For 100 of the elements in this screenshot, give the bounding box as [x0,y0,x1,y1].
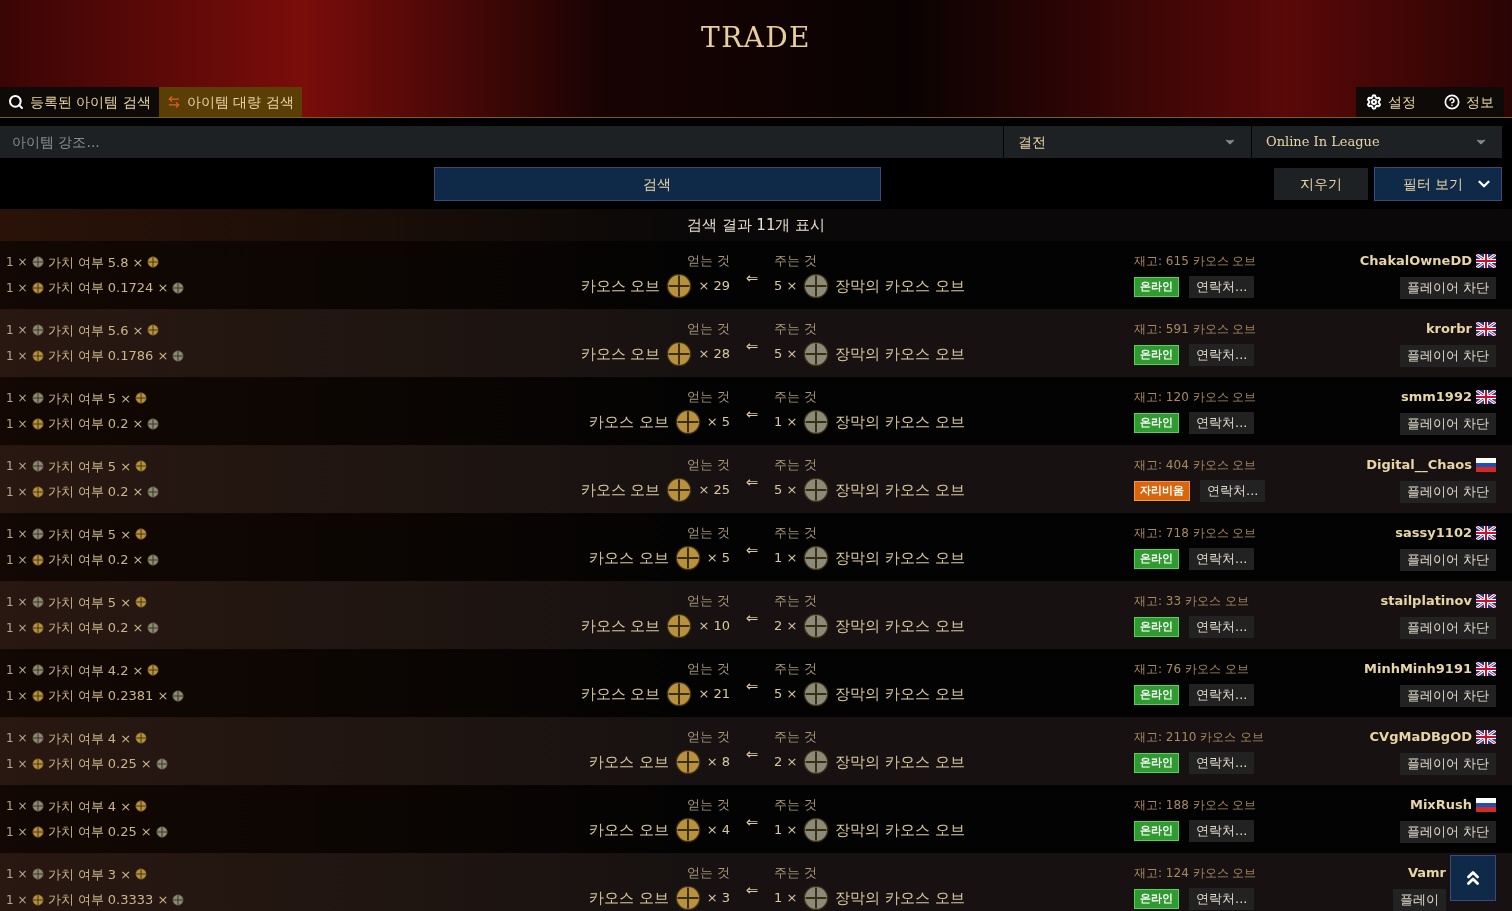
status-badge: 온라인 [1134,888,1179,910]
ratio-value: 가치 여부 3 × [47,865,132,884]
contact-button[interactable]: 연락처... [1189,344,1255,366]
ratio-value: 가치 여부 5 × [47,525,132,544]
veiled-orb-icon [31,528,44,541]
search-button[interactable]: 검색 [433,167,881,201]
status-badge: 온라인 [1134,344,1179,366]
veiled-orb-icon [172,349,185,362]
block-player-button[interactable]: 플레이어 차단 [1399,480,1496,503]
ratio-quantity: 1 × [6,390,28,408]
veiled-orb-icon [172,893,185,906]
settings-link[interactable]: 설정 [1366,91,1416,113]
get-quantity: × 5 [706,413,730,431]
get-label: 얻는 것 [686,796,730,815]
contact-button[interactable]: 연락처... [1189,684,1255,706]
block-player-button[interactable]: 플레이어 차단 [1399,344,1496,367]
player-name: Vamr [1407,864,1446,883]
search-mode-tab[interactable]: 등록된 아이템 검색 [0,87,159,117]
pay-item-name: 장막의 카오스 오브 [835,819,965,841]
get-item-name: 카오스 오브 [580,479,661,501]
chaos-orb-icon [31,689,44,702]
pay-item-name: 장막의 카오스 오브 [835,683,965,705]
get-item-name: 카오스 오브 [588,819,669,841]
ratio-value: 가치 여부 4 × [47,729,132,748]
get-label: 얻는 것 [686,864,730,883]
contact-button[interactable]: 연락처... [1189,820,1255,842]
highlight-field[interactable]: 아이템 강조... [0,126,1004,158]
chaos-orb-icon [31,485,44,498]
get-item-name: 카오스 오브 [580,615,661,637]
stock-text: 재고: 33 카오스 오브 [1134,593,1250,610]
chaos-orb-icon [135,800,148,813]
chaos-orb-icon [666,340,693,367]
get-item-name: 카오스 오브 [588,411,669,433]
chaos-orb-icon [666,612,693,639]
ratio-value: 가치 여부 0.25 × [47,823,152,841]
league-dropdown[interactable]: 결전 [1004,126,1252,158]
info-link[interactable]: 정보 [1444,91,1494,113]
pay-item-name: 장막의 카오스 오브 [835,615,965,637]
block-player-button[interactable]: 플레이어 차단 [1399,276,1496,299]
veiled-orb-icon [155,825,168,838]
get-quantity: × 10 [698,617,730,635]
show-filters-button[interactable]: 필터 보기 [1374,167,1502,201]
exchange-arrow: ⇐ [745,743,759,765]
ratio-value: 가치 여부 0.25 × [47,755,152,773]
block-player-button[interactable]: 플레이어 차단 [1399,820,1496,843]
scroll-to-top-button[interactable] [1450,855,1496,901]
ratio-value: 가치 여부 0.2381 × [47,687,169,705]
pay-label: 주는 것 [774,796,818,815]
pay-item-name: 장막의 카오스 오브 [835,479,965,501]
ratio-value: 가치 여부 0.2 × [47,551,144,569]
pay-label: 주는 것 [774,252,818,271]
pay-label: 주는 것 [774,864,818,883]
exchange-arrow: ⇐ [745,607,759,629]
veiled-orb-icon [803,680,830,707]
chaos-orb-icon [31,281,44,294]
contact-button[interactable]: 연락처... [1200,480,1266,502]
settings-icon [1366,94,1382,110]
clear-button[interactable]: 지우기 [1274,168,1368,200]
status-badge: 온라인 [1134,752,1179,774]
player-name: Digital__Chaos [1366,456,1472,475]
exchange-arrow: ⇐ [745,539,759,561]
block-player-button[interactable]: 플레이어 차단 [1399,616,1496,639]
block-player-button[interactable]: 플레이 [1393,888,1446,911]
get-item-name: 카오스 오브 [580,683,661,705]
status-dropdown[interactable]: Online In League [1252,126,1502,158]
trade-logo: TRADE [701,20,811,52]
pay-quantity: 1 × [774,413,798,431]
get-item-name: 카오스 오브 [588,751,669,773]
pay-quantity: 2 × [774,753,798,771]
ratio-quantity: 1 × [6,891,28,909]
block-player-button[interactable]: 플레이어 차단 [1399,412,1496,435]
status-badge: 자리비움 [1134,480,1190,502]
ratio-value: 가치 여부 5 × [47,593,132,612]
contact-button[interactable]: 연락처... [1189,752,1255,774]
block-player-button[interactable]: 플레이어 차단 [1399,548,1496,571]
pay-item-name: 장막의 카오스 오브 [835,887,965,909]
stock-text: 재고: 615 카오스 오브 [1134,253,1258,270]
contact-button[interactable]: 연락처... [1189,888,1255,910]
veiled-orb-icon [31,868,44,881]
pay-item-name: 장막의 카오스 오브 [835,275,965,297]
chaos-orb-icon [674,816,701,843]
chaos-orb-icon [135,460,148,473]
status-badge: 온라인 [1134,616,1179,638]
stock-text: 재고: 188 카오스 오브 [1134,797,1258,814]
chaos-orb-icon [31,621,44,634]
contact-button[interactable]: 연락처... [1189,276,1255,298]
swap-arrows-icon [166,95,181,109]
chaos-orb-icon [674,884,701,911]
ratio-value: 가치 여부 4.2 × [47,661,144,680]
block-player-button[interactable]: 플레이어 차단 [1399,684,1496,707]
status-badge: 온라인 [1134,276,1179,298]
contact-button[interactable]: 연락처... [1189,616,1255,638]
help-icon [1444,94,1460,110]
contact-button[interactable]: 연락처... [1189,548,1255,570]
block-player-button[interactable]: 플레이어 차단 [1399,752,1496,775]
search-mode-tab[interactable]: 아이템 대량 검색 [158,87,302,117]
player-name: CVgMaDBgOD [1369,728,1472,747]
contact-button[interactable]: 연락처... [1189,412,1255,434]
veiled-orb-icon [31,800,44,813]
veiled-orb-icon [147,485,160,498]
